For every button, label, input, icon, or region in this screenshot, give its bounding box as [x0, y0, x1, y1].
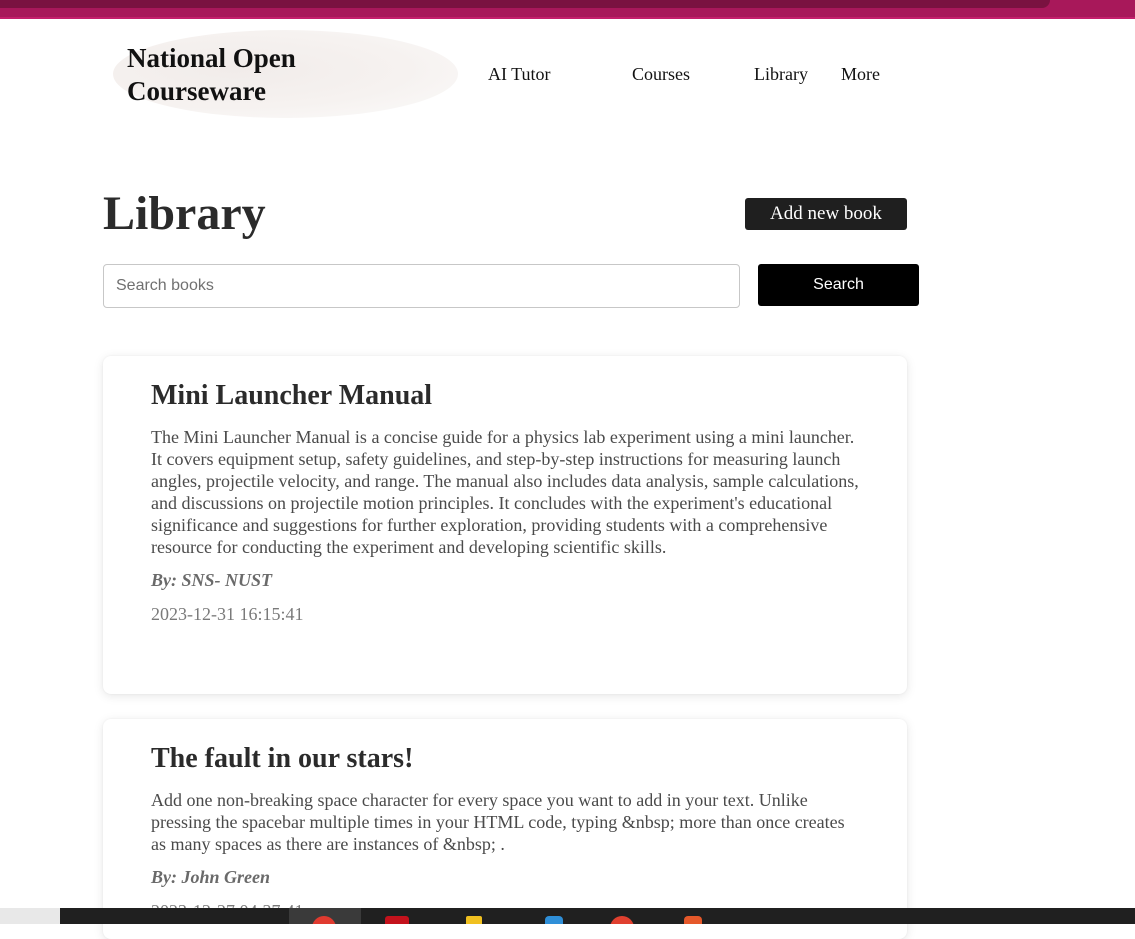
book-description: Add one non-breaking space character for…: [151, 790, 845, 854]
app-red-icon[interactable]: [385, 916, 409, 924]
office-icon[interactable]: [684, 916, 702, 924]
top-accent-bar: [0, 0, 1135, 19]
start-icon[interactable]: [0, 908, 60, 924]
page-title: Library: [103, 187, 266, 240]
top-accent-band: [0, 0, 1050, 8]
nav-item-library[interactable]: Library: [754, 64, 808, 85]
book-card[interactable]: The fault in our stars! Add one non-brea…: [103, 719, 907, 939]
nav-item-courses[interactable]: Courses: [632, 64, 690, 85]
book-title[interactable]: Mini Launcher Manual: [151, 378, 859, 414]
nav-item-more[interactable]: More: [841, 64, 880, 85]
folder-icon[interactable]: [466, 916, 482, 924]
book-card[interactable]: Mini Launcher Manual The Mini Launcher M…: [103, 356, 907, 694]
site-brand[interactable]: National Open Courseware: [127, 42, 387, 108]
nav-item-ai-tutor[interactable]: AI Tutor: [488, 64, 551, 85]
book-title[interactable]: The fault in our stars!: [151, 741, 859, 777]
book-description: The Mini Launcher Manual is a concise gu…: [151, 427, 859, 557]
top-accent-edge: [0, 17, 1135, 19]
book-author: By: SNS- NUST: [151, 570, 273, 590]
os-taskbar: [0, 908, 1135, 924]
add-new-book-button[interactable]: Add new book: [745, 198, 907, 230]
search-button[interactable]: Search: [758, 264, 919, 306]
chrome-alt-icon[interactable]: [610, 916, 634, 924]
book-date: 2023-12-31 16:15:41: [151, 604, 304, 624]
vscode-icon[interactable]: [545, 916, 563, 924]
search-books-input[interactable]: [103, 264, 740, 308]
book-author: By: John Green: [151, 867, 271, 887]
